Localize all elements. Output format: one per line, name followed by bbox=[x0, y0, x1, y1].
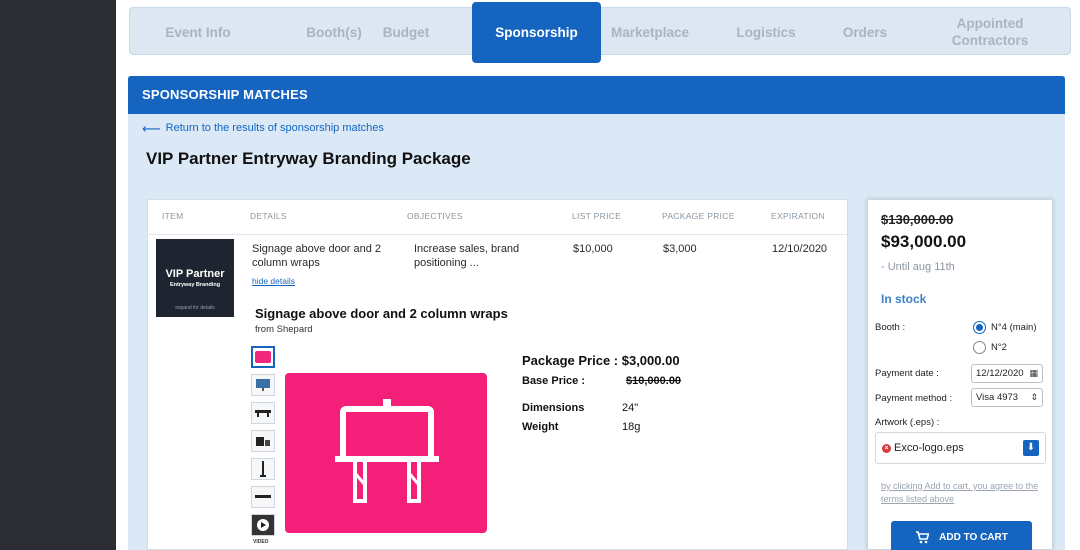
weight-label: Weight bbox=[522, 421, 559, 433]
billboard-image bbox=[285, 373, 487, 533]
row-list-price: $10,000 bbox=[573, 243, 613, 255]
hide-details-link[interactable]: hide details bbox=[252, 276, 295, 286]
video-icon[interactable] bbox=[251, 514, 275, 536]
stand-icon[interactable] bbox=[251, 458, 275, 480]
dimensions-value: 24" bbox=[622, 402, 639, 414]
payment-method-select[interactable]: Visa 4973 ⇕ bbox=[971, 388, 1043, 407]
upload-icon[interactable]: ⬇ bbox=[1023, 440, 1039, 456]
bench-icon[interactable] bbox=[251, 402, 275, 424]
tab-marketplace[interactable]: Marketplace bbox=[600, 8, 700, 56]
col-header-objectives: OBJECTIVES bbox=[407, 211, 463, 221]
terms-notice[interactable]: by clicking Add to cart, you agree to th… bbox=[881, 480, 1046, 506]
sponsorship-table: ITEM DETAILS OBJECTIVES LIST PRICE PACKA… bbox=[147, 199, 848, 550]
booth-radio-2[interactable] bbox=[973, 341, 986, 354]
package-price: Package Price : $3,000.00 bbox=[522, 353, 680, 368]
booth-label: Booth : bbox=[875, 322, 906, 333]
thumb-caption: expand for details bbox=[175, 305, 215, 311]
remove-file-icon[interactable]: × bbox=[882, 444, 891, 453]
section-header: SPONSORSHIP MATCHES bbox=[128, 76, 1065, 114]
dimensions-label: Dimensions bbox=[522, 402, 585, 414]
base-price-value: $10,000.00 bbox=[626, 375, 682, 387]
tab-orders[interactable]: Orders bbox=[820, 8, 910, 56]
page-title: VIP Partner Entryway Branding Package bbox=[146, 149, 471, 168]
thumb-subtitle: Entryway Branding bbox=[169, 282, 221, 288]
monitor-icon[interactable] bbox=[251, 374, 275, 396]
booth-option-main: N°4 (main) bbox=[991, 322, 1037, 333]
row-package-price: $3,000 bbox=[663, 243, 697, 255]
row-expiration: 12/10/2020 bbox=[772, 243, 828, 255]
tab-event-info[interactable]: Event Info bbox=[132, 8, 264, 56]
payment-date-value: 12/12/2020 bbox=[976, 368, 1024, 379]
add-to-cart-label: ADD TO CART bbox=[939, 531, 1008, 543]
calendar-icon: ▦ bbox=[1029, 368, 1038, 378]
detail-vendor: from Shepard bbox=[255, 324, 313, 335]
add-to-cart-button[interactable]: ADD TO CART bbox=[891, 521, 1032, 550]
back-link[interactable]: ⟵ Return to the results of sponsorship m… bbox=[142, 120, 384, 136]
booth-option-2: N°2 bbox=[991, 342, 1007, 353]
billboard-icon bbox=[335, 399, 439, 503]
thumb-title: VIP Partner bbox=[165, 268, 225, 280]
back-link-label: Return to the results of sponsorship mat… bbox=[165, 122, 384, 134]
new-price: $93,000.00 bbox=[881, 232, 967, 251]
tab-bar: Event Info Booth(s) Budget Sponsorship M… bbox=[129, 2, 1071, 63]
tab-logistics[interactable]: Logistics bbox=[716, 8, 816, 56]
cart-icon bbox=[916, 530, 930, 543]
item-thumbnail[interactable]: VIP Partner Entryway Branding expand for… bbox=[156, 239, 234, 317]
video-label: VIDEO bbox=[253, 539, 269, 545]
equipment-icon[interactable] bbox=[251, 430, 275, 452]
row-objectives: Increase sales, brand positioning ... bbox=[414, 243, 520, 269]
artwork-upload[interactable]: × Exco-logo.eps ⬇ bbox=[875, 432, 1046, 464]
app-sidebar bbox=[0, 0, 116, 550]
payment-date-field[interactable]: 12/12/2020 ▦ bbox=[971, 364, 1043, 383]
col-header-item: ITEM bbox=[162, 211, 184, 221]
stock-status: In stock bbox=[881, 292, 927, 306]
weight-value: 18g bbox=[622, 421, 641, 433]
artwork-filename: Exco-logo.eps bbox=[894, 442, 964, 454]
col-header-expiration: EXPIRATION bbox=[771, 211, 825, 221]
sponsorship-panel: SPONSORSHIP MATCHES ⟵ Return to the resu… bbox=[128, 76, 1065, 550]
booth-radio-main[interactable] bbox=[973, 321, 986, 334]
row-details: Signage above door and 2 column wraps bbox=[252, 243, 382, 269]
col-header-list-price: LIST PRICE bbox=[572, 211, 622, 221]
base-price-label: Base Price : bbox=[522, 375, 585, 387]
col-header-package-price: PACKAGE PRICE bbox=[662, 211, 735, 221]
payment-method-label: Payment method : bbox=[875, 393, 953, 404]
payment-method-value: Visa 4973 bbox=[976, 392, 1019, 403]
tab-appointed-contractors[interactable]: Appointed Contractors bbox=[935, 8, 1045, 56]
cart-icon[interactable] bbox=[251, 346, 275, 368]
header-divider bbox=[148, 234, 847, 235]
payment-date-label: Payment date : bbox=[875, 368, 939, 379]
detail-title: Signage above door and 2 column wraps bbox=[255, 306, 508, 321]
artwork-label: Artwork (.eps) : bbox=[875, 417, 940, 428]
table-icon[interactable] bbox=[251, 486, 275, 508]
tab-sponsorship[interactable]: Sponsorship bbox=[472, 2, 601, 63]
old-price: $130,000.00 bbox=[881, 212, 954, 227]
tab-budget[interactable]: Budget bbox=[348, 8, 464, 56]
order-summary: $130,000.00 $93,000.00 - Until aug 11th … bbox=[867, 199, 1053, 550]
offer-expiry: - Until aug 11th bbox=[881, 261, 955, 273]
chevron-updown-icon: ⇕ bbox=[1030, 392, 1038, 402]
col-header-details: DETAILS bbox=[250, 211, 287, 221]
arrow-left-icon: ⟵ bbox=[142, 120, 161, 136]
